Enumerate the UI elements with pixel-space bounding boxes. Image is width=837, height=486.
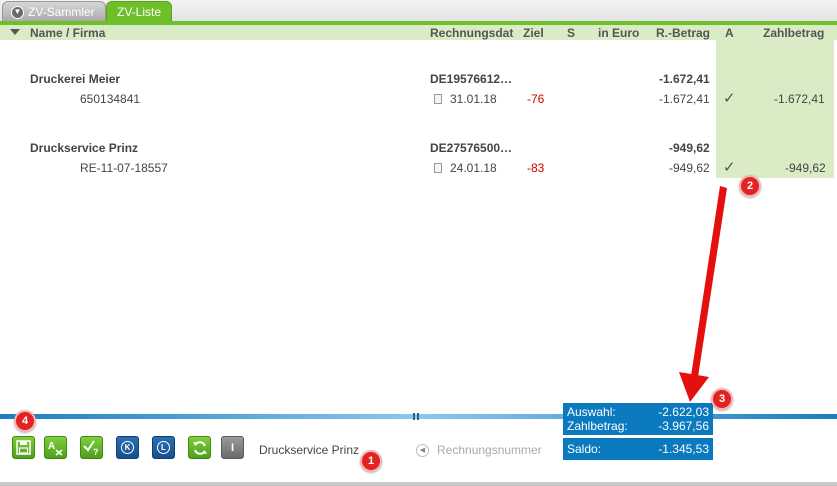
annotation-arrow [679,186,727,402]
annotation-badge: 2 [739,175,761,197]
annotation-badge: 1 [360,450,382,472]
annotation-badge: 3 [711,388,733,410]
annotation-badge: 4 [14,410,36,432]
